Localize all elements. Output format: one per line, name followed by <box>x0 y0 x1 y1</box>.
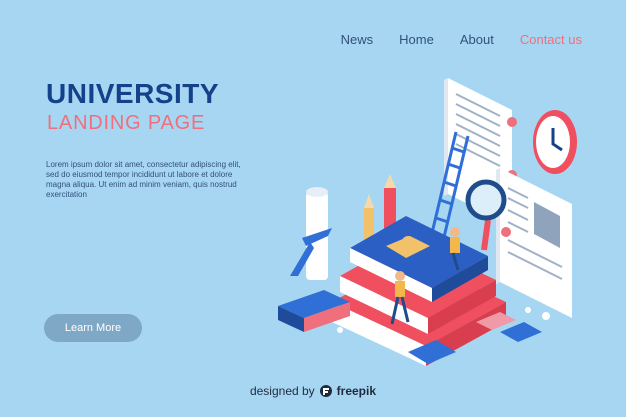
learn-more-button[interactable]: Learn More <box>44 314 142 342</box>
credit-line: designed by freepik <box>0 384 626 398</box>
eraser-icon <box>278 290 350 332</box>
designed-by-text: designed by <box>249 384 315 398</box>
top-nav: News Home About Contact us <box>315 32 582 47</box>
nav-home-link[interactable]: Home <box>399 32 434 47</box>
nav-news-link[interactable]: News <box>341 32 374 47</box>
clock-icon <box>533 110 577 174</box>
page-subtitle: LANDING PAGE <box>47 112 206 134</box>
brand-name[interactable]: freepik <box>337 384 376 398</box>
nav-contact-link[interactable]: Contact us <box>520 32 582 47</box>
freepik-logo-icon <box>319 385 332 397</box>
books-icon <box>332 216 506 366</box>
intro-paragraph: Lorem ipsum dolor sit amet, consectetur … <box>46 160 241 199</box>
education-illustration <box>278 78 577 366</box>
diploma-icon <box>290 187 332 280</box>
nav-about-link[interactable]: About <box>460 32 494 47</box>
document-icon <box>496 168 572 318</box>
page-title: UNIVERSITY <box>46 78 220 109</box>
